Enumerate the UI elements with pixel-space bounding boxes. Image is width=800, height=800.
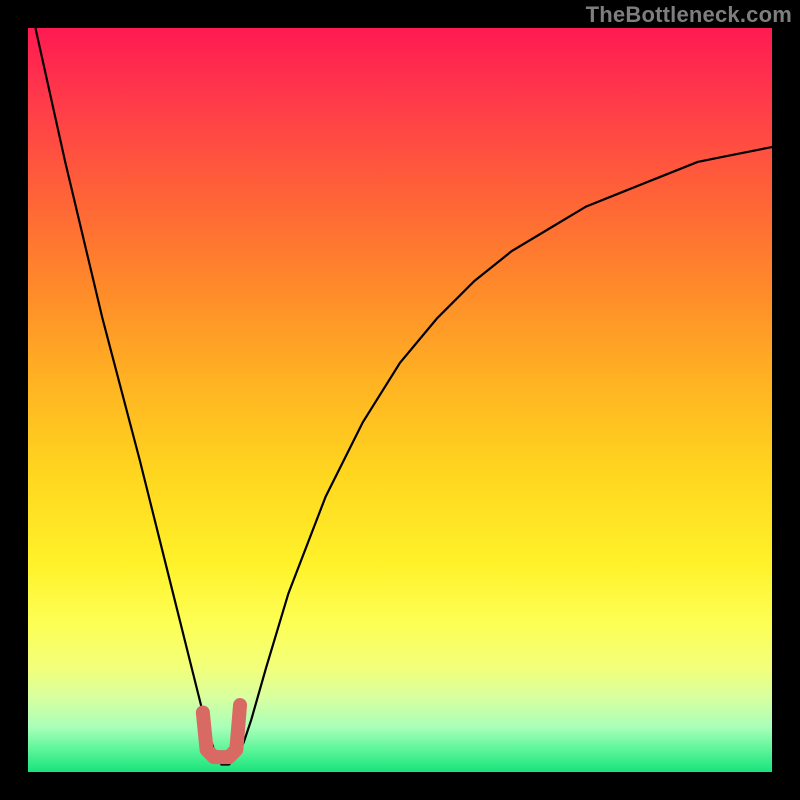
plot-area [28,28,772,772]
optimal-zone-marker [203,705,240,757]
optimal-zone-path [203,705,240,757]
chart-svg [28,28,772,772]
watermark-text: TheBottleneck.com [586,2,792,28]
bottleneck-curve [35,28,772,765]
chart-frame: TheBottleneck.com [0,0,800,800]
bottleneck-curve-path [35,28,772,765]
